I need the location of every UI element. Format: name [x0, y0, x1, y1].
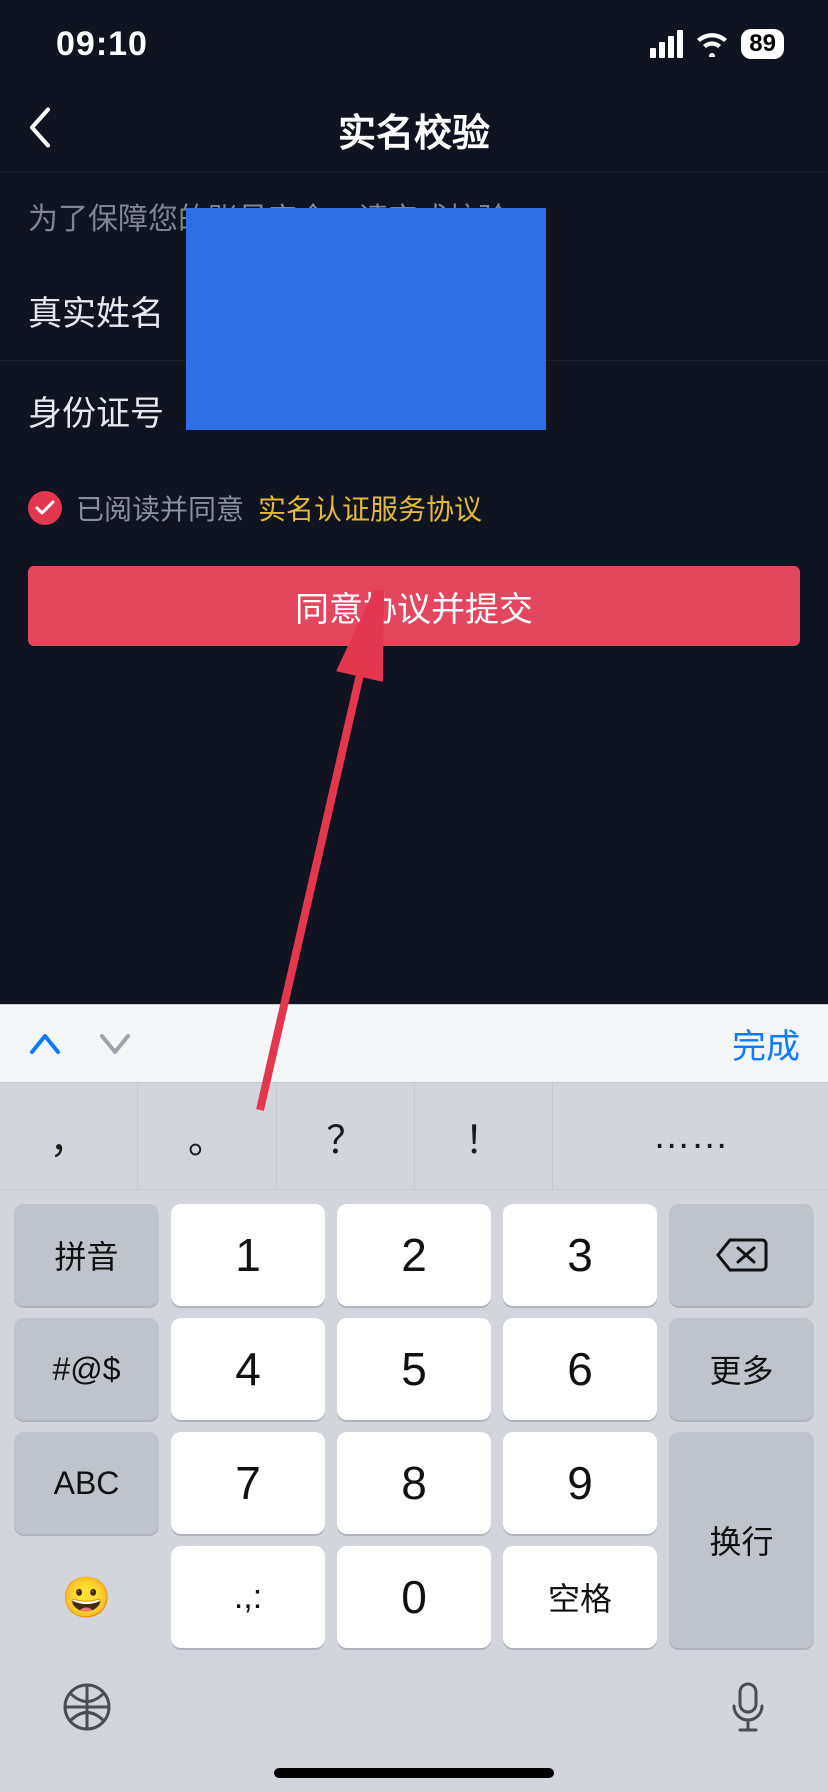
status-time: 09:10 [56, 25, 148, 64]
punct-key-ellipsis[interactable]: …… [553, 1083, 828, 1189]
key-7[interactable]: 7 [171, 1432, 325, 1534]
prev-field-button[interactable] [28, 1032, 62, 1056]
key-6[interactable]: 6 [503, 1318, 657, 1420]
cellular-icon [650, 30, 683, 58]
agreement-link[interactable]: 实名认证服务协议 [258, 488, 482, 528]
key-2[interactable]: 2 [337, 1204, 491, 1306]
key-8[interactable]: 8 [337, 1432, 491, 1534]
check-icon [35, 500, 55, 516]
keyboard-punct-row: ， 。 ？ ！ …… [0, 1082, 828, 1190]
submit-label: 同意协议并提交 [295, 582, 533, 631]
key-1[interactable]: 1 [171, 1204, 325, 1306]
form-fields: 真实姓名 身份证号 [0, 260, 828, 460]
chevron-left-icon [28, 107, 52, 147]
punct-key-comma[interactable]: ， [0, 1083, 138, 1189]
wifi-icon [695, 31, 729, 57]
key-return[interactable]: 换行 [669, 1432, 814, 1648]
agreement-text: 已阅读并同意 [76, 488, 244, 528]
keyboard-grid: 拼音 1 2 3 #@$ 4 5 6 更多 ABC 7 8 9 换行 😀 .,:… [0, 1190, 828, 1662]
key-3[interactable]: 3 [503, 1204, 657, 1306]
agreement-row: 已阅读并同意 实名认证服务协议 [0, 460, 828, 528]
agreement-checkbox[interactable] [28, 491, 62, 525]
key-pinyin[interactable]: 拼音 [14, 1204, 159, 1306]
key-punct[interactable]: .,: [171, 1546, 325, 1648]
key-5[interactable]: 5 [337, 1318, 491, 1420]
punct-key-period[interactable]: 。 [138, 1083, 276, 1189]
key-0[interactable]: 0 [337, 1546, 491, 1648]
next-field-button[interactable] [98, 1032, 132, 1056]
redaction-overlay [186, 208, 546, 430]
key-abc[interactable]: ABC [14, 1432, 159, 1534]
mic-icon[interactable] [728, 1680, 768, 1736]
backspace-icon [716, 1238, 768, 1272]
id-number-label: 身份证号 [28, 386, 208, 435]
status-indicators: 89 [650, 29, 784, 59]
key-more[interactable]: 更多 [669, 1318, 814, 1420]
punct-key-question[interactable]: ？ [277, 1083, 415, 1189]
key-symbols[interactable]: #@$ [14, 1318, 159, 1420]
key-space[interactable]: 空格 [503, 1546, 657, 1648]
keyboard-done-button[interactable]: 完成 [732, 1019, 800, 1068]
home-indicator [274, 1768, 554, 1778]
submit-button[interactable]: 同意协议并提交 [28, 566, 800, 646]
battery-indicator: 89 [741, 29, 784, 59]
real-name-label: 真实姓名 [28, 286, 208, 335]
nav-header: 实名校验 [0, 88, 828, 172]
key-backspace[interactable] [669, 1204, 814, 1306]
key-emoji[interactable]: 😀 [14, 1546, 159, 1648]
status-bar: 09:10 89 [0, 0, 828, 88]
page-title: 实名校验 [338, 102, 490, 157]
punct-key-exclaim[interactable]: ！ [415, 1083, 553, 1189]
key-4[interactable]: 4 [171, 1318, 325, 1420]
keyboard: 完成 ， 。 ？ ！ …… 拼音 1 2 3 #@$ 4 5 6 更多 ABC … [0, 1004, 828, 1792]
globe-icon[interactable] [60, 1680, 114, 1734]
key-9[interactable]: 9 [503, 1432, 657, 1534]
back-button[interactable] [28, 107, 52, 152]
keyboard-toolbar: 完成 [0, 1004, 828, 1082]
